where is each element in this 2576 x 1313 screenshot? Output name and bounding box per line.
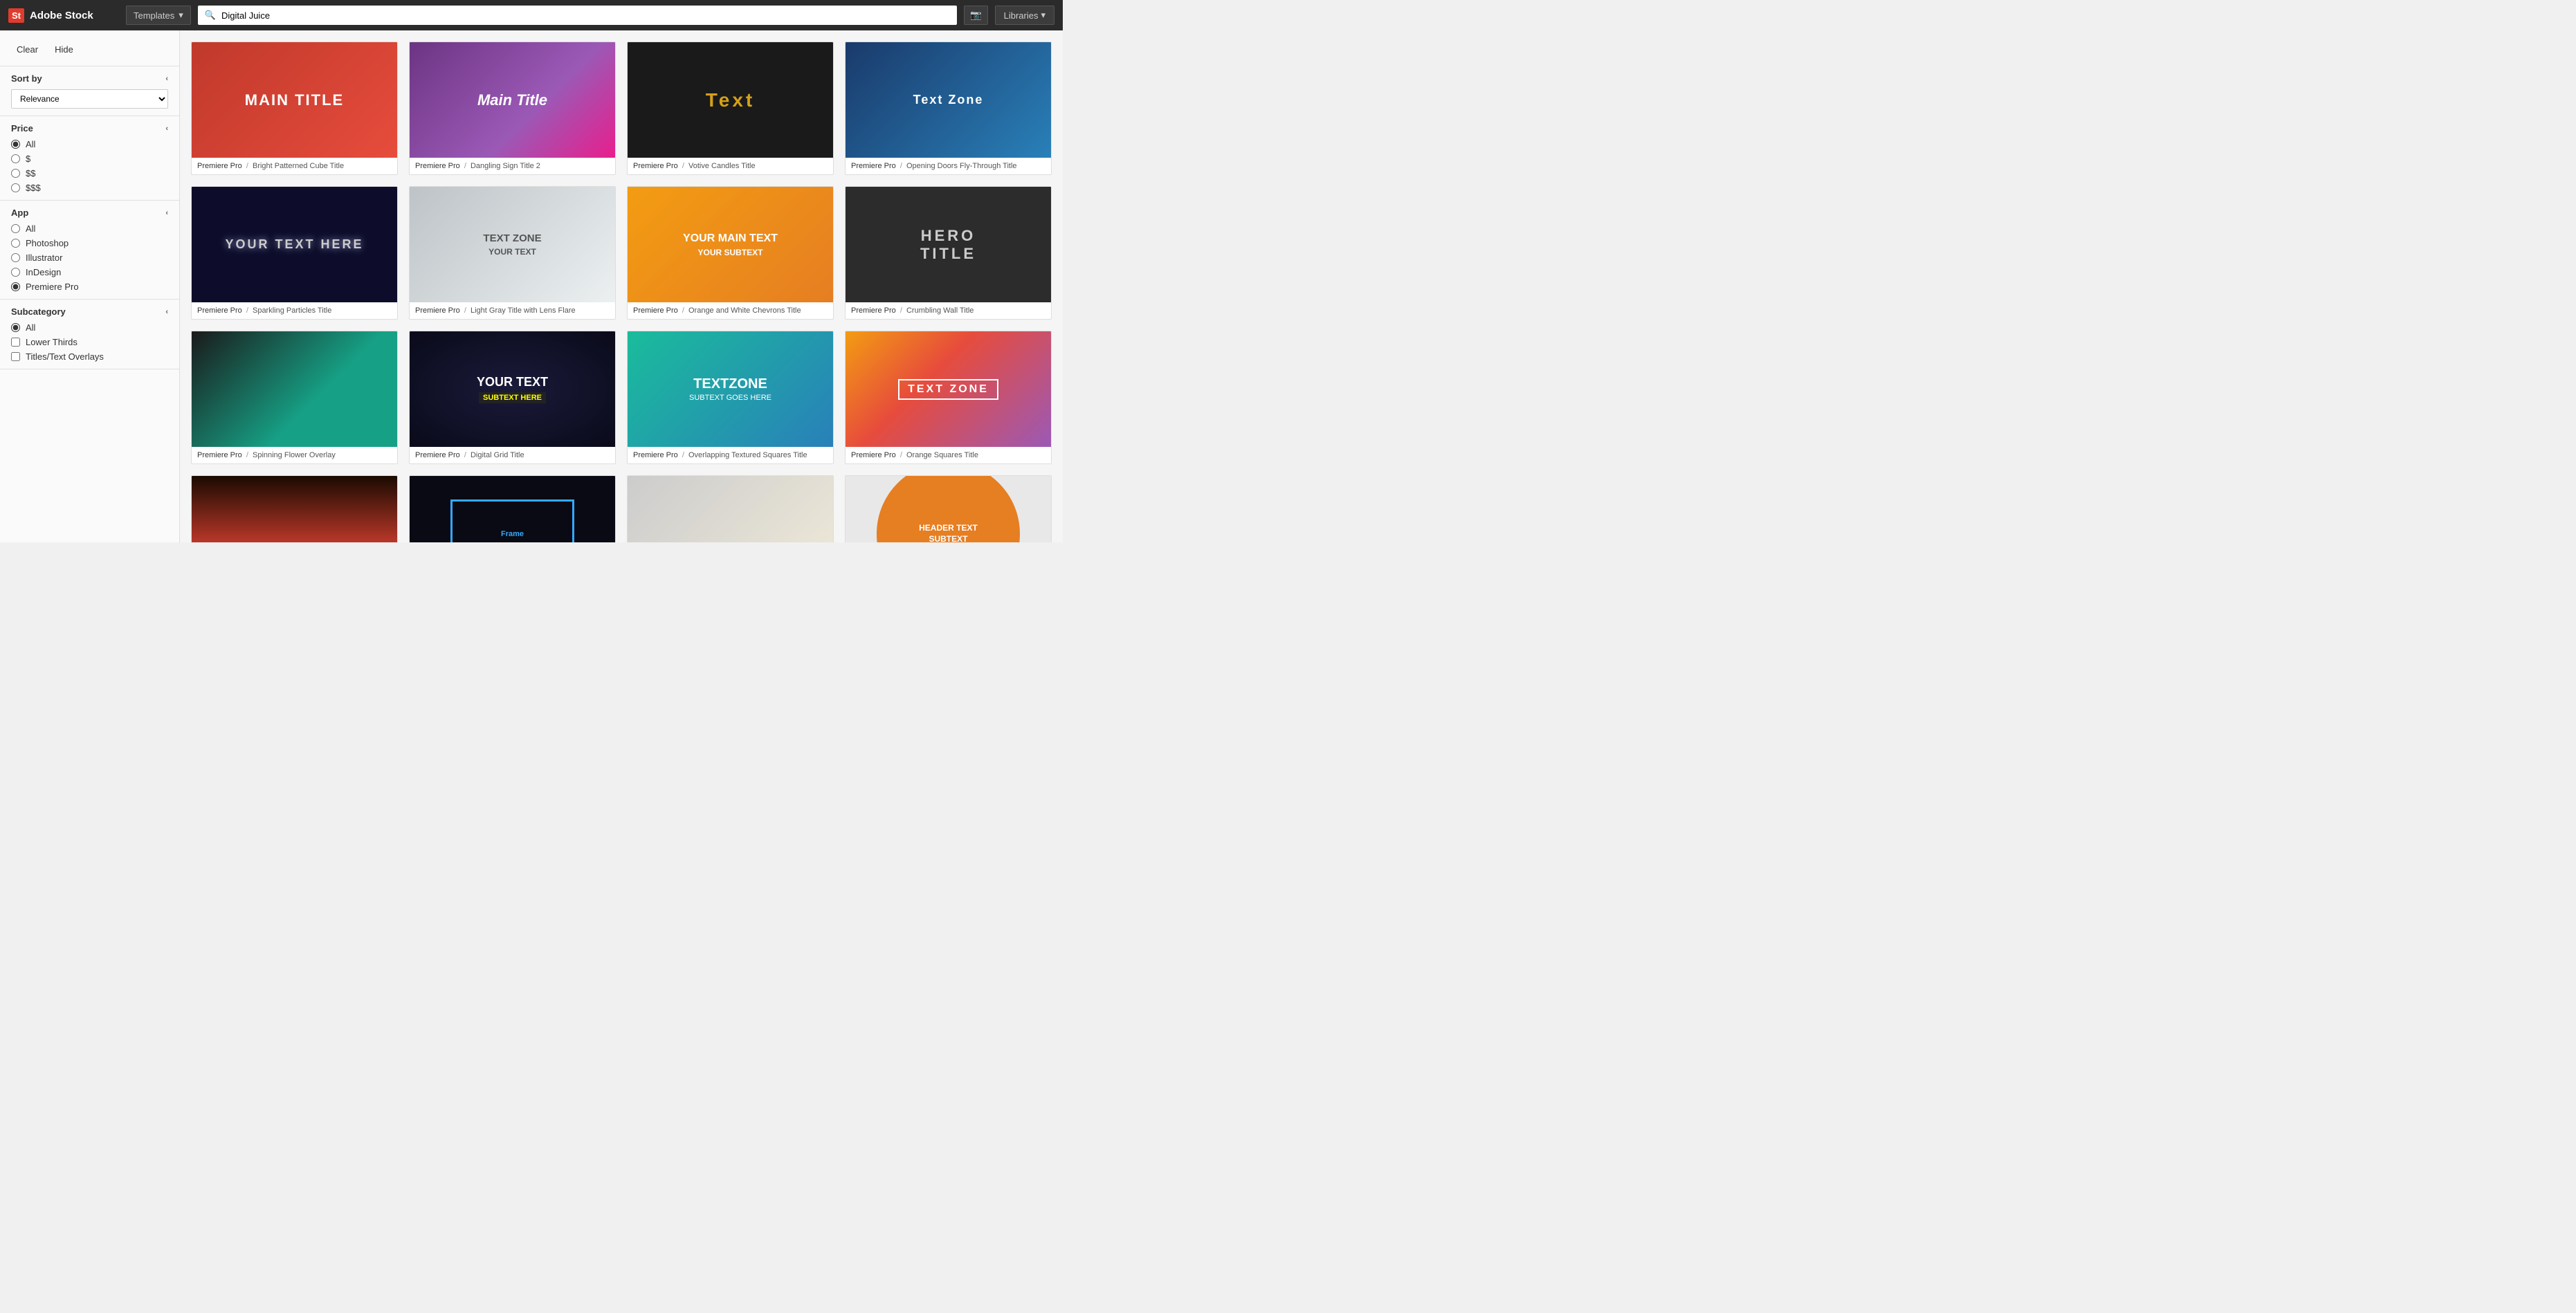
card-2[interactable]: Main Title Premiere Pro / Dangling Sign …	[409, 42, 616, 175]
templates-dropdown[interactable]: Templates ▾	[126, 6, 191, 25]
sidebar-actions: Clear Hide	[0, 37, 179, 66]
subcategory-arrow: ‹	[165, 308, 168, 316]
card-thumbnail-3: Text	[628, 42, 833, 158]
app-premiere-pro[interactable]: Premiere Pro	[11, 282, 168, 292]
price-label: Price	[11, 123, 33, 134]
card-thumbnail-12: TEXT ZONE	[846, 331, 1051, 447]
sidebar: Clear Hide Sort by ‹ Relevance Newest Po…	[0, 30, 180, 542]
card-label-5: Premiere Pro / Sparkling Particles Title	[192, 302, 397, 319]
app-label: App	[11, 208, 28, 218]
card-thumbnail-1: MAIN TITLE	[192, 42, 397, 158]
app-radio-group: All Photoshop Illustrator InDesign Premi…	[11, 223, 168, 292]
card-6[interactable]: TEXT ZONEYOUR TEXT Premiere Pro / Light …	[409, 186, 616, 320]
card-16[interactable]: HEADER TEXTSUBTEXT Premiere Pro / Header…	[845, 475, 1052, 542]
clear-button[interactable]: Clear	[11, 42, 44, 57]
subcategory-all[interactable]: All	[11, 322, 168, 333]
price-radio-group: All $ $$ $$$	[11, 139, 168, 193]
camera-button[interactable]: 📷	[964, 6, 988, 25]
card-label-7: Premiere Pro / Orange and White Chevrons…	[628, 302, 833, 319]
card-thumbnail-6: TEXT ZONEYOUR TEXT	[410, 187, 615, 302]
card-9[interactable]: Premiere Pro / Spinning Flower Overlay	[191, 331, 398, 464]
sort-select[interactable]: Relevance Newest Popular	[11, 89, 168, 109]
card-label-9: Premiere Pro / Spinning Flower Overlay	[192, 447, 397, 463]
card-label-10: Premiere Pro / Digital Grid Title	[410, 447, 615, 463]
card-thumbnail-15	[628, 476, 833, 542]
subcategory-header[interactable]: Subcategory ‹	[11, 306, 168, 317]
card-label-4: Premiere Pro / Opening Doors Fly-Through…	[846, 158, 1051, 174]
card-thumbnail-9	[192, 331, 397, 447]
subcategory-lower-thirds[interactable]: Lower Thirds	[11, 337, 168, 347]
subcategory-titles[interactable]: Titles/Text Overlays	[11, 351, 168, 362]
libraries-label: Libraries	[1004, 10, 1039, 21]
results-grid: MAIN TITLE Premiere Pro / Bright Pattern…	[191, 42, 1052, 542]
card-1[interactable]: MAIN TITLE Premiere Pro / Bright Pattern…	[191, 42, 398, 175]
subcategory-section: Subcategory ‹ All Lower Thirds Titles/Te…	[0, 300, 179, 369]
app-arrow: ‹	[165, 209, 168, 217]
sort-by-section: Sort by ‹ Relevance Newest Popular	[0, 66, 179, 116]
card-12[interactable]: TEXT ZONE Premiere Pro / Orange Squares …	[845, 331, 1052, 464]
price-dollar-dollar-dollar[interactable]: $$$	[11, 183, 168, 193]
card-thumbnail-16: HEADER TEXTSUBTEXT	[846, 476, 1051, 542]
price-dollar[interactable]: $	[11, 154, 168, 164]
search-input[interactable]	[221, 10, 950, 21]
price-all[interactable]: All	[11, 139, 168, 149]
card-3[interactable]: Text Premiere Pro / Votive Candles Title	[627, 42, 834, 175]
card-10[interactable]: YOUR TEXTSUBTEXT HERE Premiere Pro / Dig…	[409, 331, 616, 464]
card-15[interactable]: Premiere Pro / Light Rays Title	[627, 475, 834, 542]
card-13[interactable]: Premiere Pro / Fire Title	[191, 475, 398, 542]
card-label-12: Premiere Pro / Orange Squares Title	[846, 447, 1051, 463]
search-bar: 🔍	[198, 6, 957, 25]
price-section: Price ‹ All $ $$ $$$	[0, 116, 179, 201]
card-label-8: Premiere Pro / Crumbling Wall Title	[846, 302, 1051, 319]
app-indesign[interactable]: InDesign	[11, 267, 168, 277]
libraries-button[interactable]: Libraries ▾	[995, 6, 1054, 25]
card-thumbnail-4: Text Zone	[846, 42, 1051, 158]
main-layout: Clear Hide Sort by ‹ Relevance Newest Po…	[0, 30, 1063, 542]
card-label-6: Premiere Pro / Light Gray Title with Len…	[410, 302, 615, 319]
card-thumbnail-7: YOUR MAIN TEXTYOUR SUBTEXT	[628, 187, 833, 302]
content-area: MAIN TITLE Premiere Pro / Bright Pattern…	[180, 30, 1063, 542]
chevron-down-icon-libraries: ▾	[1041, 10, 1045, 21]
subcategory-radio-group: All Lower Thirds Titles/Text Overlays	[11, 322, 168, 362]
templates-label: Templates	[134, 10, 174, 21]
subcategory-label: Subcategory	[11, 306, 66, 317]
card-thumbnail-8: HEROTITLE	[846, 187, 1051, 302]
card-thumbnail-2: Main Title	[410, 42, 615, 158]
sort-by-label: Sort by	[11, 73, 42, 84]
adobe-stock-logo: St	[8, 8, 24, 23]
app-section: App ‹ All Photoshop Illustrator InDesign…	[0, 201, 179, 300]
card-5[interactable]: YOUR TEXT HERE Premiere Pro / Sparkling …	[191, 186, 398, 320]
card-label-2: Premiere Pro / Dangling Sign Title 2	[410, 158, 615, 174]
app-header[interactable]: App ‹	[11, 208, 168, 218]
header: St Adobe Stock Templates ▾ 🔍 📷 Libraries…	[0, 0, 1063, 30]
logo-area: St Adobe Stock	[8, 8, 119, 23]
price-dollar-dollar[interactable]: $$	[11, 168, 168, 178]
app-illustrator[interactable]: Illustrator	[11, 252, 168, 263]
app-all[interactable]: All	[11, 223, 168, 234]
price-arrow: ‹	[165, 125, 168, 133]
card-14[interactable]: Frame Premiere Pro / Screen Frame Title	[409, 475, 616, 542]
card-8[interactable]: HEROTITLE Premiere Pro / Crumbling Wall …	[845, 186, 1052, 320]
card-thumbnail-5: YOUR TEXT HERE	[192, 187, 397, 302]
card-thumbnail-11: TEXTZONESUBTEXT GOES HERE	[628, 331, 833, 447]
app-name: Adobe Stock	[30, 10, 93, 21]
search-icon: 🔍	[205, 10, 216, 21]
price-header[interactable]: Price ‹	[11, 123, 168, 134]
card-thumbnail-10: YOUR TEXTSUBTEXT HERE	[410, 331, 615, 447]
card-thumbnail-14: Frame	[410, 476, 615, 542]
card-11[interactable]: TEXTZONESUBTEXT GOES HERE Premiere Pro /…	[627, 331, 834, 464]
card-7[interactable]: YOUR MAIN TEXTYOUR SUBTEXT Premiere Pro …	[627, 186, 834, 320]
chevron-down-icon: ▾	[179, 10, 183, 21]
sort-by-arrow: ‹	[165, 75, 168, 83]
sort-by-header[interactable]: Sort by ‹	[11, 73, 168, 84]
card-label-1: Premiere Pro / Bright Patterned Cube Tit…	[192, 158, 397, 174]
app-photoshop[interactable]: Photoshop	[11, 238, 168, 248]
card-4[interactable]: Text Zone Premiere Pro / Opening Doors F…	[845, 42, 1052, 175]
card-label-11: Premiere Pro / Overlapping Textured Squa…	[628, 447, 833, 463]
card-thumbnail-13	[192, 476, 397, 542]
hide-button[interactable]: Hide	[49, 42, 79, 57]
card-label-3: Premiere Pro / Votive Candles Title	[628, 158, 833, 174]
